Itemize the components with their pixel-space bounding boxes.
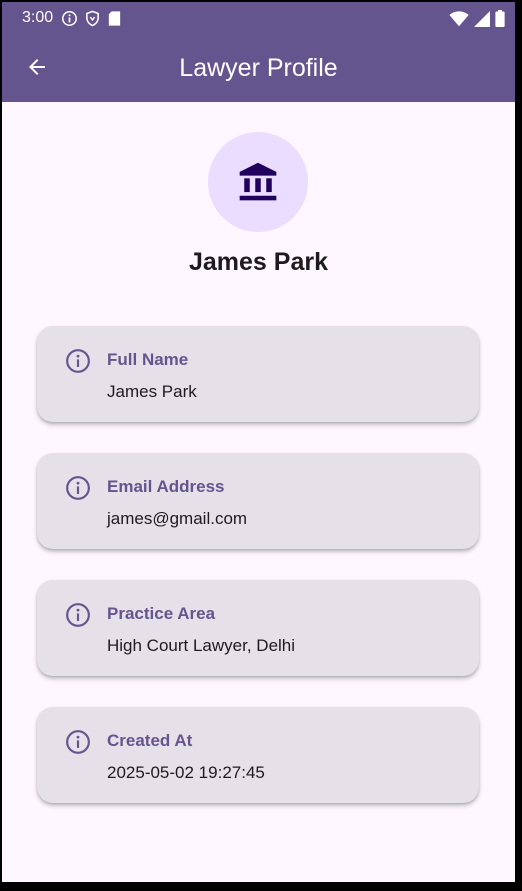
battery-icon	[495, 10, 505, 27]
info-card-full-name: Full Name James Park	[37, 326, 479, 422]
wifi-icon	[449, 10, 469, 26]
status-left-icons	[61, 10, 122, 27]
profile-name: James Park	[188, 248, 328, 276]
card-value: james@gmail.com	[107, 509, 248, 528]
avatar	[208, 132, 308, 232]
info-icon	[66, 603, 90, 627]
app-bar: 3:00 Lawyer Profile	[2, 2, 515, 102]
status-right-icons	[449, 10, 505, 27]
card-label: Created At	[107, 731, 193, 750]
card-value: 2025-05-02 19:27:45	[107, 763, 265, 782]
screen: 3:00 Lawyer Profile James Park Full Name…	[2, 2, 515, 882]
card-label: Practice Area	[107, 604, 216, 623]
card-value: High Court Lawyer, Delhi	[107, 636, 296, 655]
info-card-practice-area: Practice Area High Court Lawyer, Delhi	[37, 580, 479, 676]
info-icon	[66, 349, 90, 373]
courthouse-icon	[239, 162, 277, 201]
card-label: Full Name	[107, 350, 189, 369]
signal-icon	[474, 10, 490, 27]
sd-card-icon	[108, 11, 121, 26]
card-label: Email Address	[107, 477, 225, 496]
shield-icon	[86, 10, 99, 27]
card-value: James Park	[107, 382, 197, 401]
info-card-created-at: Created At 2025-05-02 19:27:45	[37, 707, 479, 803]
info-icon	[66, 476, 90, 500]
status-time: 3:00	[22, 9, 54, 26]
info-card-email: Email Address james@gmail.com	[37, 453, 479, 549]
info-icon	[61, 10, 78, 27]
status-bar: 3:00	[2, 2, 515, 34]
info-icon	[66, 730, 90, 754]
page-title: Lawyer Profile	[179, 54, 338, 82]
